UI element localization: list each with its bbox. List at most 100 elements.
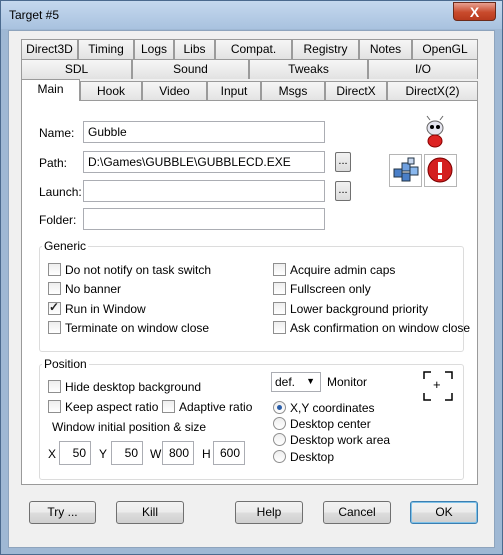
checkbox-box: [48, 282, 61, 295]
name-field[interactable]: Gubble: [83, 121, 325, 143]
monitor-select[interactable]: def. ▼: [271, 372, 321, 392]
close-icon: X: [469, 4, 480, 20]
radio-circle: [273, 417, 286, 430]
tab-tweaks[interactable]: Tweaks: [249, 59, 368, 79]
checkbox-label: Run in Window: [65, 302, 146, 316]
monitor-select-value: def.: [275, 375, 296, 389]
no-banner-checkbox[interactable]: No banner: [48, 282, 121, 298]
tab-input[interactable]: Input: [207, 81, 261, 101]
chevron-down-icon: ▼: [306, 376, 315, 386]
tab-libs[interactable]: Libs: [174, 39, 215, 59]
terminate-on-close-checkbox[interactable]: Terminate on window close: [48, 321, 209, 337]
checkbox-label: Do not notify on task switch: [65, 263, 212, 277]
warning-icon[interactable]: [424, 154, 457, 187]
tab-msgs[interactable]: Msgs: [261, 81, 325, 101]
adaptive-ratio-checkbox[interactable]: Adaptive ratio: [162, 400, 252, 416]
tab-sdl[interactable]: SDL: [21, 59, 132, 79]
folder-label: Folder:: [39, 213, 77, 227]
w-input[interactable]: 800: [162, 441, 194, 465]
folder-field[interactable]: [83, 208, 325, 230]
tab-main[interactable]: Main: [21, 79, 80, 101]
ok-button[interactable]: OK: [410, 501, 478, 524]
tab-timing[interactable]: Timing: [78, 39, 134, 59]
launch-field[interactable]: [83, 180, 325, 202]
x-input[interactable]: 50: [59, 441, 91, 465]
tab-sound[interactable]: Sound: [132, 59, 249, 79]
path-browse-button[interactable]: ...: [335, 152, 351, 172]
mascot-icon: [426, 115, 444, 148]
tab-directx[interactable]: DirectX: [325, 81, 387, 101]
checkbox-label: Adaptive ratio: [179, 400, 253, 414]
cancel-button[interactable]: Cancel: [323, 501, 391, 524]
window-title: Target #5: [9, 8, 60, 22]
dialog-client: Direct3D Timing Logs Libs Compat. Regist…: [8, 30, 495, 548]
dialog-window: Target #5 X Direct3D Timing Logs Libs Co…: [0, 0, 503, 555]
try-button[interactable]: Try ...: [29, 501, 96, 524]
radio-circle: [273, 401, 286, 414]
radio-label: Desktop center: [290, 417, 371, 431]
generic-group-title: Generic: [42, 239, 89, 253]
tab-notes[interactable]: Notes: [359, 39, 412, 59]
crosshair-glyph: +: [433, 377, 441, 392]
checkbox-label: Fullscreen only: [290, 282, 371, 296]
close-button[interactable]: X: [453, 2, 496, 21]
radio-label: Desktop work area: [290, 433, 391, 447]
tab-direct3d[interactable]: Direct3D: [21, 39, 78, 59]
checkbox-box: [273, 321, 286, 334]
checkbox-box: [48, 300, 61, 315]
launch-label: Launch:: [39, 185, 82, 199]
tab-directx2[interactable]: DirectX(2): [387, 81, 478, 101]
checkbox-label: Keep aspect ratio: [65, 400, 159, 414]
x-label: X: [48, 447, 57, 461]
tab-logs[interactable]: Logs: [134, 39, 174, 59]
lower-bg-priority-checkbox[interactable]: Lower background priority: [273, 302, 428, 318]
help-button[interactable]: Help: [235, 501, 303, 524]
name-label: Name:: [39, 126, 75, 140]
tab-video[interactable]: Video: [142, 81, 207, 101]
do-not-notify-checkbox[interactable]: Do not notify on task switch: [48, 263, 211, 279]
path-field[interactable]: D:\Games\GUBBLE\GUBBLECD.EXE: [83, 151, 325, 173]
crosshair-icon[interactable]: +: [423, 371, 453, 401]
position-group-title: Position: [42, 357, 89, 371]
hide-desktop-bg-checkbox[interactable]: Hide desktop background: [48, 380, 201, 396]
launch-browse-button[interactable]: ...: [335, 181, 351, 201]
monitor-label: Monitor: [327, 375, 368, 389]
tab-io[interactable]: I/O: [368, 59, 478, 79]
radio-label: Desktop: [290, 450, 335, 464]
kill-button[interactable]: Kill: [116, 501, 184, 524]
checkbox-box: [273, 282, 286, 295]
ask-confirmation-checkbox[interactable]: Ask confirmation on window close: [273, 321, 470, 337]
checkbox-box: [273, 302, 286, 315]
checkbox-label: Hide desktop background: [65, 380, 202, 394]
w-label: W: [150, 447, 162, 461]
checkbox-label: Ask confirmation on window close: [290, 321, 471, 335]
desktop-work-area-radio[interactable]: Desktop work area: [273, 433, 390, 449]
radio-circle: [273, 450, 286, 463]
checkbox-box: [48, 380, 61, 393]
title-bar[interactable]: Target #5 X: [1, 1, 502, 29]
checkbox-label: Acquire admin caps: [290, 263, 396, 277]
tab-opengl[interactable]: OpenGL: [412, 39, 478, 59]
checkbox-box: [48, 321, 61, 334]
xy-coordinates-radio[interactable]: X,Y coordinates: [273, 401, 375, 417]
y-label: Y: [99, 447, 108, 461]
y-input[interactable]: 50: [111, 441, 143, 465]
tab-compat[interactable]: Compat.: [215, 39, 292, 59]
radio-circle: [273, 433, 286, 446]
registry-icon[interactable]: [389, 154, 422, 187]
path-label: Path:: [39, 156, 68, 170]
checkbox-box: [273, 263, 286, 276]
main-tab-panel: Name: Gubble Path: D:\Games\GUBBLE\GUBBL…: [21, 100, 478, 485]
tab-registry[interactable]: Registry: [292, 39, 359, 59]
desktop-center-radio[interactable]: Desktop center: [273, 417, 371, 433]
desktop-radio[interactable]: Desktop: [273, 450, 334, 466]
checkbox-label: Lower background priority: [290, 302, 429, 316]
h-input[interactable]: 600: [213, 441, 245, 465]
run-in-window-checkbox[interactable]: Run in Window: [48, 300, 146, 318]
tab-hook[interactable]: Hook: [80, 81, 142, 101]
keep-aspect-ratio-checkbox[interactable]: Keep aspect ratio: [48, 400, 158, 416]
h-label: H: [202, 447, 211, 461]
fullscreen-only-checkbox[interactable]: Fullscreen only: [273, 282, 371, 298]
acquire-admin-caps-checkbox[interactable]: Acquire admin caps: [273, 263, 395, 279]
checkbox-box: [162, 400, 175, 413]
